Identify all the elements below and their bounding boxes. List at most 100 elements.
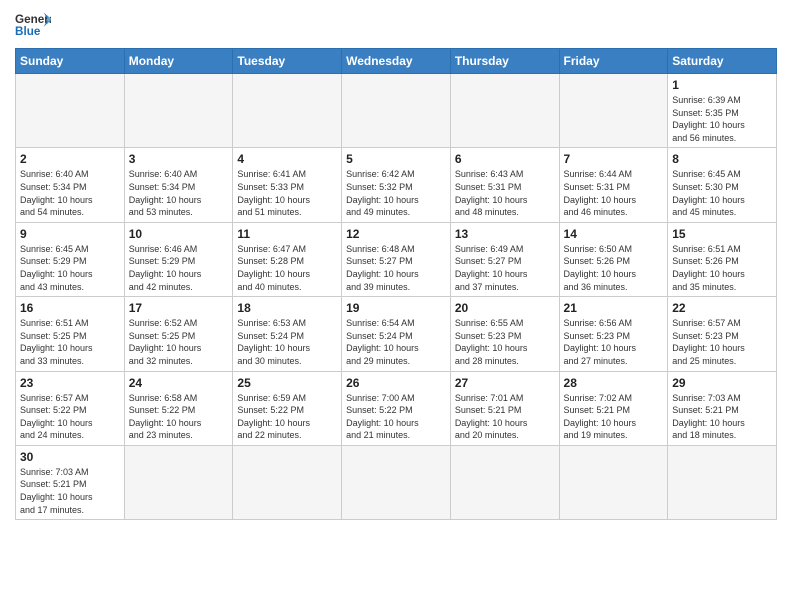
day-info: Sunrise: 6:41 AMSunset: 5:33 PMDaylight:… bbox=[237, 168, 337, 218]
day-number: 17 bbox=[129, 301, 229, 315]
day-number: 30 bbox=[20, 450, 120, 464]
svg-text:Blue: Blue bbox=[15, 25, 41, 38]
day-number: 3 bbox=[129, 152, 229, 166]
day-info: Sunrise: 6:44 AMSunset: 5:31 PMDaylight:… bbox=[564, 168, 664, 218]
calendar-cell: 4 Sunrise: 6:41 AMSunset: 5:33 PMDaylight… bbox=[233, 148, 342, 222]
day-info: Sunrise: 6:58 AMSunset: 5:22 PMDaylight:… bbox=[129, 392, 229, 442]
day-info: Sunrise: 6:40 AMSunset: 5:34 PMDaylight:… bbox=[129, 168, 229, 218]
day-info: Sunrise: 6:40 AMSunset: 5:34 PMDaylight:… bbox=[20, 168, 120, 218]
day-info: Sunrise: 7:03 AMSunset: 5:21 PMDaylight:… bbox=[20, 466, 120, 516]
day-info: Sunrise: 6:51 AMSunset: 5:26 PMDaylight:… bbox=[672, 243, 772, 293]
calendar-cell: 23 Sunrise: 6:57 AMSunset: 5:22 PMDayligh… bbox=[16, 371, 125, 445]
day-number: 27 bbox=[455, 376, 555, 390]
day-number: 2 bbox=[20, 152, 120, 166]
calendar: SundayMondayTuesdayWednesdayThursdayFrid… bbox=[15, 48, 777, 520]
calendar-cell: 9 Sunrise: 6:45 AMSunset: 5:29 PMDaylight… bbox=[16, 222, 125, 296]
day-info: Sunrise: 6:46 AMSunset: 5:29 PMDaylight:… bbox=[129, 243, 229, 293]
day-info: Sunrise: 6:48 AMSunset: 5:27 PMDaylight:… bbox=[346, 243, 446, 293]
day-info: Sunrise: 6:56 AMSunset: 5:23 PMDaylight:… bbox=[564, 317, 664, 367]
week-row-3: 16 Sunrise: 6:51 AMSunset: 5:25 PMDayligh… bbox=[16, 297, 777, 371]
calendar-cell: 13 Sunrise: 6:49 AMSunset: 5:27 PMDayligh… bbox=[450, 222, 559, 296]
calendar-cell bbox=[233, 445, 342, 519]
calendar-cell bbox=[559, 445, 668, 519]
calendar-cell bbox=[124, 445, 233, 519]
day-info: Sunrise: 6:55 AMSunset: 5:23 PMDaylight:… bbox=[455, 317, 555, 367]
day-info: Sunrise: 6:45 AMSunset: 5:29 PMDaylight:… bbox=[20, 243, 120, 293]
calendar-cell: 17 Sunrise: 6:52 AMSunset: 5:25 PMDayligh… bbox=[124, 297, 233, 371]
day-number: 16 bbox=[20, 301, 120, 315]
logo: General Blue bbox=[15, 10, 51, 40]
calendar-cell: 16 Sunrise: 6:51 AMSunset: 5:25 PMDayligh… bbox=[16, 297, 125, 371]
calendar-cell: 15 Sunrise: 6:51 AMSunset: 5:26 PMDayligh… bbox=[668, 222, 777, 296]
calendar-cell bbox=[342, 74, 451, 148]
calendar-cell bbox=[233, 74, 342, 148]
week-row-0: 1Sunrise: 6:39 AMSunset: 5:35 PMDaylight… bbox=[16, 74, 777, 148]
calendar-cell bbox=[668, 445, 777, 519]
day-info: Sunrise: 6:52 AMSunset: 5:25 PMDaylight:… bbox=[129, 317, 229, 367]
day-number: 13 bbox=[455, 227, 555, 241]
calendar-cell: 3 Sunrise: 6:40 AMSunset: 5:34 PMDaylight… bbox=[124, 148, 233, 222]
day-number: 20 bbox=[455, 301, 555, 315]
day-info: Sunrise: 6:49 AMSunset: 5:27 PMDaylight:… bbox=[455, 243, 555, 293]
calendar-cell: 28Sunrise: 7:02 AMSunset: 5:21 PMDayligh… bbox=[559, 371, 668, 445]
day-number: 26 bbox=[346, 376, 446, 390]
week-row-2: 9 Sunrise: 6:45 AMSunset: 5:29 PMDaylight… bbox=[16, 222, 777, 296]
calendar-cell: 2 Sunrise: 6:40 AMSunset: 5:34 PMDaylight… bbox=[16, 148, 125, 222]
day-info: Sunrise: 6:43 AMSunset: 5:31 PMDaylight:… bbox=[455, 168, 555, 218]
day-info: Sunrise: 7:01 AMSunset: 5:21 PMDaylight:… bbox=[455, 392, 555, 442]
day-info: Sunrise: 7:00 AMSunset: 5:22 PMDaylight:… bbox=[346, 392, 446, 442]
day-number: 4 bbox=[237, 152, 337, 166]
calendar-cell bbox=[450, 74, 559, 148]
day-number: 7 bbox=[564, 152, 664, 166]
calendar-cell: 8Sunrise: 6:45 AMSunset: 5:30 PMDaylight… bbox=[668, 148, 777, 222]
day-info: Sunrise: 6:57 AMSunset: 5:23 PMDaylight:… bbox=[672, 317, 772, 367]
day-header-monday: Monday bbox=[124, 49, 233, 74]
calendar-cell: 20 Sunrise: 6:55 AMSunset: 5:23 PMDayligh… bbox=[450, 297, 559, 371]
calendar-header-row: SundayMondayTuesdayWednesdayThursdayFrid… bbox=[16, 49, 777, 74]
week-row-5: 30 Sunrise: 7:03 AMSunset: 5:21 PMDayligh… bbox=[16, 445, 777, 519]
calendar-cell: 21 Sunrise: 6:56 AMSunset: 5:23 PMDayligh… bbox=[559, 297, 668, 371]
day-number: 25 bbox=[237, 376, 337, 390]
page: General Blue SundayMondayTuesdayWednesda… bbox=[0, 0, 792, 612]
day-header-saturday: Saturday bbox=[668, 49, 777, 74]
day-number: 14 bbox=[564, 227, 664, 241]
day-number: 23 bbox=[20, 376, 120, 390]
day-header-thursday: Thursday bbox=[450, 49, 559, 74]
calendar-cell bbox=[450, 445, 559, 519]
day-header-friday: Friday bbox=[559, 49, 668, 74]
day-number: 28 bbox=[564, 376, 664, 390]
calendar-cell bbox=[16, 74, 125, 148]
day-number: 18 bbox=[237, 301, 337, 315]
calendar-cell: 1Sunrise: 6:39 AMSunset: 5:35 PMDaylight… bbox=[668, 74, 777, 148]
calendar-cell: 26 Sunrise: 7:00 AMSunset: 5:22 PMDayligh… bbox=[342, 371, 451, 445]
calendar-cell: 22Sunrise: 6:57 AMSunset: 5:23 PMDayligh… bbox=[668, 297, 777, 371]
calendar-cell: 11 Sunrise: 6:47 AMSunset: 5:28 PMDayligh… bbox=[233, 222, 342, 296]
day-info: Sunrise: 6:53 AMSunset: 5:24 PMDaylight:… bbox=[237, 317, 337, 367]
calendar-cell: 24 Sunrise: 6:58 AMSunset: 5:22 PMDayligh… bbox=[124, 371, 233, 445]
calendar-cell: 27 Sunrise: 7:01 AMSunset: 5:21 PMDayligh… bbox=[450, 371, 559, 445]
calendar-cell: 19Sunrise: 6:54 AMSunset: 5:24 PMDayligh… bbox=[342, 297, 451, 371]
calendar-cell: 10 Sunrise: 6:46 AMSunset: 5:29 PMDayligh… bbox=[124, 222, 233, 296]
day-number: 19 bbox=[346, 301, 446, 315]
day-number: 10 bbox=[129, 227, 229, 241]
day-header-wednesday: Wednesday bbox=[342, 49, 451, 74]
calendar-cell: 6 Sunrise: 6:43 AMSunset: 5:31 PMDaylight… bbox=[450, 148, 559, 222]
day-number: 21 bbox=[564, 301, 664, 315]
day-info: Sunrise: 6:51 AMSunset: 5:25 PMDaylight:… bbox=[20, 317, 120, 367]
day-info: Sunrise: 6:59 AMSunset: 5:22 PMDaylight:… bbox=[237, 392, 337, 442]
day-number: 9 bbox=[20, 227, 120, 241]
calendar-cell: 7 Sunrise: 6:44 AMSunset: 5:31 PMDaylight… bbox=[559, 148, 668, 222]
day-info: Sunrise: 6:57 AMSunset: 5:22 PMDaylight:… bbox=[20, 392, 120, 442]
day-number: 15 bbox=[672, 227, 772, 241]
day-info: Sunrise: 6:50 AMSunset: 5:26 PMDaylight:… bbox=[564, 243, 664, 293]
day-number: 5 bbox=[346, 152, 446, 166]
calendar-cell: 12Sunrise: 6:48 AMSunset: 5:27 PMDayligh… bbox=[342, 222, 451, 296]
day-number: 11 bbox=[237, 227, 337, 241]
day-number: 6 bbox=[455, 152, 555, 166]
calendar-cell: 18 Sunrise: 6:53 AMSunset: 5:24 PMDayligh… bbox=[233, 297, 342, 371]
day-info: Sunrise: 6:47 AMSunset: 5:28 PMDaylight:… bbox=[237, 243, 337, 293]
logo-icon: General Blue bbox=[15, 10, 51, 40]
day-number: 24 bbox=[129, 376, 229, 390]
week-row-4: 23 Sunrise: 6:57 AMSunset: 5:22 PMDayligh… bbox=[16, 371, 777, 445]
day-header-sunday: Sunday bbox=[16, 49, 125, 74]
